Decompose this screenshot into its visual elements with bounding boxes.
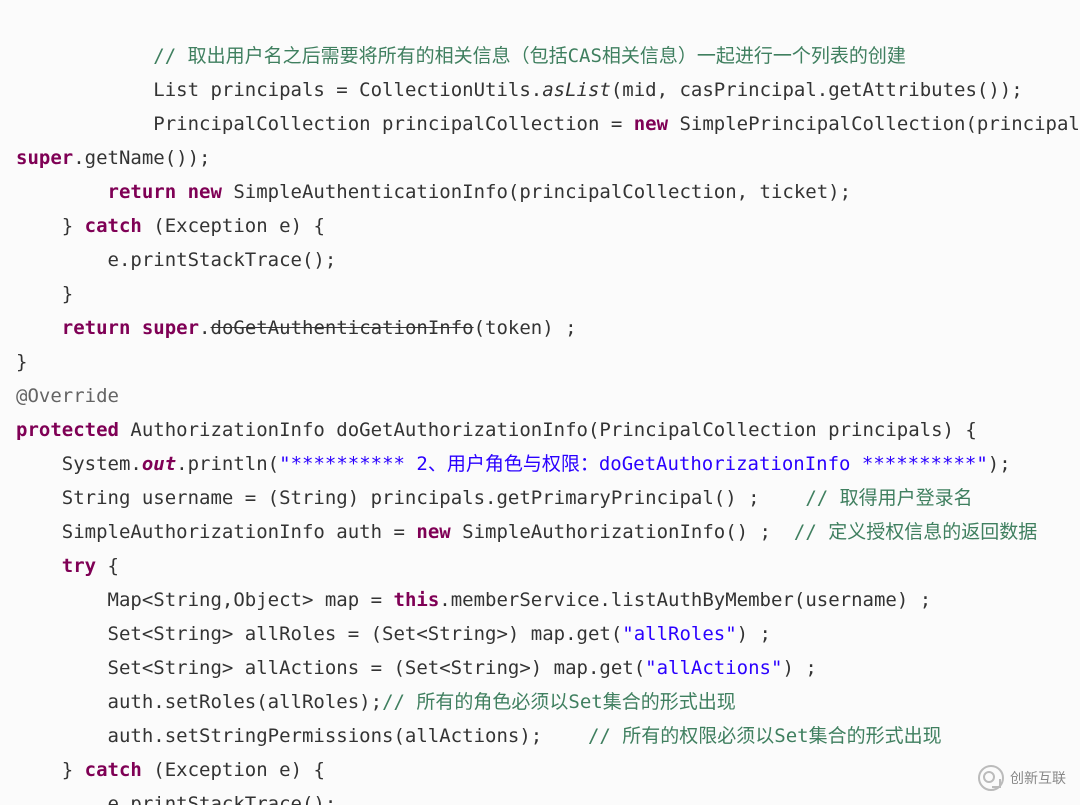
code-line: // 取出用户名之后需要将所有的相关信息（包括CAS相关信息）一起进行一个列表的… bbox=[16, 45, 906, 67]
code-line: } catch (Exception e) { bbox=[16, 759, 325, 781]
code-line: return super.doGetAuthenticationInfo(tok… bbox=[16, 317, 577, 339]
code-screenshot: // 取出用户名之后需要将所有的相关信息（包括CAS相关信息）一起进行一个列表的… bbox=[0, 0, 1080, 805]
code-line: protected AuthorizationInfo doGetAuthori… bbox=[16, 419, 977, 441]
code-line: String username = (String) principals.ge… bbox=[16, 487, 973, 509]
code-line: Set<String> allRoles = (Set<String>) map… bbox=[16, 623, 771, 645]
code-line: } bbox=[16, 283, 73, 305]
code-line: return new SimpleAuthenticationInfo(prin… bbox=[16, 181, 851, 203]
code-line: auth.setStringPermissions(allActions); /… bbox=[16, 725, 942, 747]
watermark-text: 创新互联 bbox=[1010, 761, 1066, 795]
code-line: SimpleAuthorizationInfo auth = new Simpl… bbox=[16, 521, 1037, 543]
watermark-logo-icon bbox=[978, 765, 1004, 791]
code-block: // 取出用户名之后需要将所有的相关信息（包括CAS相关信息）一起进行一个列表的… bbox=[16, 5, 1080, 805]
code-line: System.out.println("********** 2、用户角色与权限… bbox=[16, 453, 1011, 475]
code-line: } catch (Exception e) { bbox=[16, 215, 325, 237]
code-line: try { bbox=[16, 555, 119, 577]
code-line: List principals = CollectionUtils.asList… bbox=[16, 79, 1023, 101]
code-line: e.printStackTrace(); bbox=[16, 249, 336, 271]
code-line: auth.setRoles(allRoles);// 所有的角色必须以Set集合… bbox=[16, 691, 736, 713]
code-line: Map<String,Object> map = this.memberServ… bbox=[16, 589, 931, 611]
code-line: @Override bbox=[16, 385, 119, 407]
code-line: Set<String> allActions = (Set<String>) m… bbox=[16, 657, 817, 679]
watermark: 创新互联 bbox=[978, 761, 1066, 795]
code-line: e.printStackTrace(); bbox=[16, 793, 336, 805]
code-line: PrincipalCollection principalCollection … bbox=[16, 113, 1080, 135]
code-line: super.getName()); bbox=[16, 147, 210, 169]
code-line: } bbox=[16, 351, 27, 373]
